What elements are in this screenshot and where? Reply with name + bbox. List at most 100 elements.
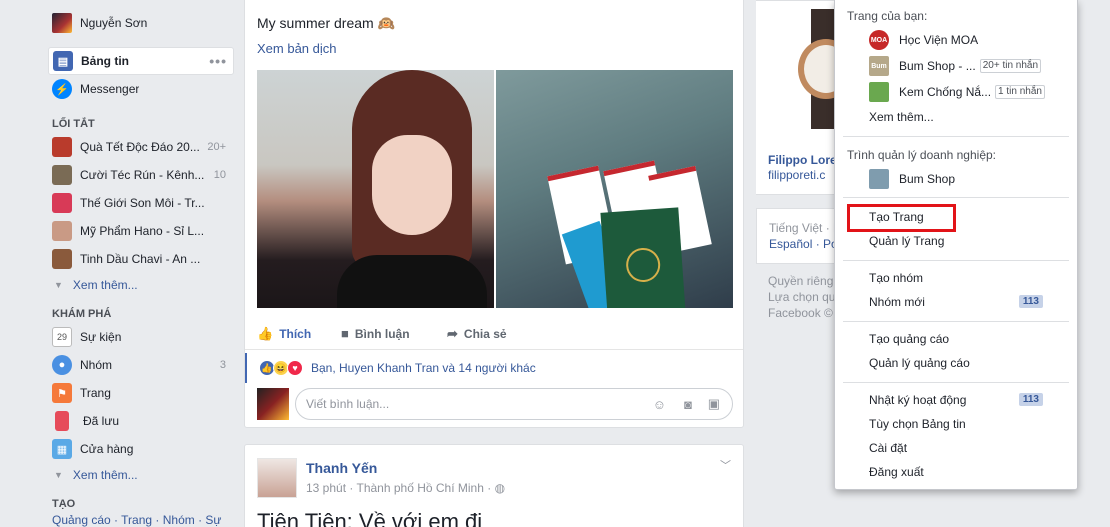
activity-log-count-badge: 113	[1018, 393, 1043, 406]
groups-icon: ●	[52, 355, 72, 375]
sidebar-item-label: Sự kiện	[80, 330, 122, 344]
ad-url[interactable]: filipporeti.c	[768, 168, 825, 182]
see-more-explore[interactable]: ▼ Xem thêm...	[48, 463, 234, 487]
current-language: Tiếng Việt · E	[769, 221, 842, 235]
shortcut-thumbnail	[52, 221, 72, 241]
menu-business-label: Bum Shop	[899, 172, 956, 186]
menu-business-item[interactable]: Bum Shop	[869, 169, 955, 189]
sticker-icon[interactable]: ▣	[708, 396, 720, 412]
like-label: Thích	[279, 326, 312, 341]
menu-settings[interactable]: Cài đặt	[869, 441, 907, 455]
more-options-icon[interactable]: •••	[209, 53, 227, 69]
business-avatar	[869, 169, 889, 189]
camera-icon[interactable]: ◙	[684, 397, 692, 412]
language-links[interactable]: Español · Po	[769, 237, 838, 251]
footer-link-privacy[interactable]: Quyền riêng	[768, 274, 833, 288]
sidebar-item-shop[interactable]: ▦ Cửa hàng	[48, 435, 234, 463]
see-more-label: Xem thêm...	[72, 468, 138, 482]
menu-page-item[interactable]: Bum Bum Shop - ... 20+ tin nhắn	[869, 56, 1042, 76]
feed-post: My summer dream 🙉 Xem bản dịch 👍 Thích ■…	[244, 0, 744, 428]
see-translation-link[interactable]: Xem bản dịch	[257, 41, 337, 56]
footer-copyright: Facebook ©	[768, 306, 833, 320]
sidebar-item-news-feed[interactable]: ▤ Bảng tin •••	[48, 47, 234, 75]
shortcuts-heading: LỐI TẮT	[52, 118, 95, 130]
comment-composer: Viết bình luận... ☺ ◙ ▣	[257, 388, 733, 420]
see-more-label: Xem thêm...	[72, 278, 138, 292]
footer-link-adchoices[interactable]: Lựa chọn qu	[768, 290, 835, 304]
sidebar-item-label: Messenger	[80, 82, 140, 96]
message-badge: 20+ tin nhắn	[979, 59, 1042, 73]
explore-heading: KHÁM PHÁ	[52, 308, 112, 320]
chevron-down-icon: ▼	[54, 470, 63, 480]
menu-create-group[interactable]: Tạo nhóm	[869, 271, 923, 285]
account-dropdown-menu: Trang của bạn: MOA Học Viện MOA Bum Bum …	[834, 0, 1078, 490]
ad-title[interactable]: Filippo Lore	[768, 153, 837, 167]
sidebar-item-messenger[interactable]: ⚡ Messenger	[48, 75, 234, 103]
emoji-icon[interactable]: ☺	[653, 397, 666, 412]
shortcut-count: 10	[213, 169, 226, 181]
sidebar-item-saved[interactable]: Đã lưu	[48, 407, 234, 435]
sidebar-profile[interactable]: Nguyễn Sơn	[48, 9, 234, 37]
page-avatar: Bum	[869, 56, 889, 76]
sidebar-item-events[interactable]: 29 Sự kiện	[48, 323, 234, 351]
reactions-summary[interactable]: 👍 😆 ♥ Bạn, Huyen Khanh Tran và 14 người …	[245, 353, 743, 383]
comment-label: Bình luận	[354, 326, 410, 341]
see-more-shortcuts[interactable]: ▼ Xem thêm...	[48, 273, 234, 297]
profile-avatar	[52, 13, 72, 33]
page-avatar	[869, 82, 889, 102]
shortcut-item[interactable]: Tinh Dầu Chavi - An ...	[48, 245, 234, 273]
menu-logout[interactable]: Đăng xuất	[869, 465, 924, 479]
post-author[interactable]: Thanh Yến	[306, 460, 377, 476]
post-text: Tiện Tiện: Về với em đi	[257, 509, 483, 527]
menu-divider	[843, 197, 1069, 198]
avatar	[257, 388, 289, 420]
shortcut-item[interactable]: Quà Tết Độc Đáo 20... 20+	[48, 133, 234, 161]
like-button[interactable]: 👍 Thích	[257, 326, 311, 342]
sidebar-item-label: Bảng tin	[81, 54, 129, 68]
menu-manage-pages[interactable]: Quản lý Trang	[869, 234, 944, 248]
share-icon: ➦	[447, 325, 458, 341]
menu-divider	[843, 136, 1069, 137]
page-avatar: MOA	[869, 30, 889, 50]
shortcut-item[interactable]: Mỹ Phẩm Hano - Sỉ L...	[48, 217, 234, 245]
shortcut-label: Mỹ Phẩm Hano - Sỉ L...	[80, 224, 205, 238]
sponsored-ad[interactable]: Filippo Lore filipporeti.c	[756, 0, 854, 195]
shortcut-label: Quà Tết Độc Đáo 20...	[80, 140, 200, 154]
post-text: My summer dream 🙉	[257, 15, 396, 31]
groups-count: 3	[219, 359, 226, 371]
menu-see-more[interactable]: Xem thêm...	[869, 110, 934, 124]
calendar-icon: 29	[52, 327, 72, 347]
profile-name: Nguyễn Sơn	[80, 16, 148, 30]
comment-input[interactable]: Viết bình luận... ☺ ◙ ▣	[295, 388, 733, 420]
shortcut-item[interactable]: Cười Téc Rún - Kênh... 10	[48, 161, 234, 189]
thumbs-up-icon: 👍	[257, 325, 274, 341]
sidebar-item-groups[interactable]: ● Nhóm 3	[48, 351, 234, 379]
create-heading: TẠO	[52, 498, 76, 510]
message-badge: 1 tin nhắn	[995, 85, 1045, 99]
comment-placeholder: Viết bình luận...	[306, 397, 390, 411]
shortcut-thumbnail	[52, 165, 72, 185]
share-button[interactable]: ➦ Chia sẻ	[447, 326, 507, 342]
post-photo-passport[interactable]	[496, 70, 733, 308]
create-links[interactable]: Quảng cáo · Trang · Nhóm · Sự	[48, 513, 234, 527]
menu-page-label: Học Viện MOA	[899, 33, 979, 47]
passport-seal-icon	[625, 246, 662, 284]
share-label: Chia sẻ	[463, 326, 507, 341]
post-photo-selfie[interactable]	[257, 70, 494, 308]
sidebar-item-pages[interactable]: ⚑ Trang	[48, 379, 234, 407]
menu-divider	[843, 260, 1069, 261]
shortcut-item[interactable]: Thế Giới Son Môi - Tr...	[48, 189, 234, 217]
avatar[interactable]	[257, 458, 297, 498]
menu-activity-log[interactable]: Nhật ký hoạt động	[869, 393, 966, 407]
your-pages-heading: Trang của bạn:	[847, 9, 928, 23]
chevron-down-icon[interactable]: ﹀	[720, 457, 731, 473]
photo-face-shape	[372, 135, 452, 235]
menu-page-item[interactable]: MOA Học Viện MOA	[869, 30, 978, 50]
menu-news-feed-preferences[interactable]: Tùy chọn Bảng tin	[869, 417, 966, 431]
menu-page-item[interactable]: Kem Chống Nắ... 1 tin nhắn	[869, 82, 1045, 102]
sidebar-item-label: Cửa hàng	[80, 442, 134, 456]
menu-manage-ads[interactable]: Quản lý quảng cáo	[869, 356, 970, 370]
bookmark-icon	[55, 411, 69, 431]
menu-create-ads[interactable]: Tạo quảng cáo	[869, 332, 949, 346]
comment-button[interactable]: ■ Bình luận	[341, 326, 410, 341]
